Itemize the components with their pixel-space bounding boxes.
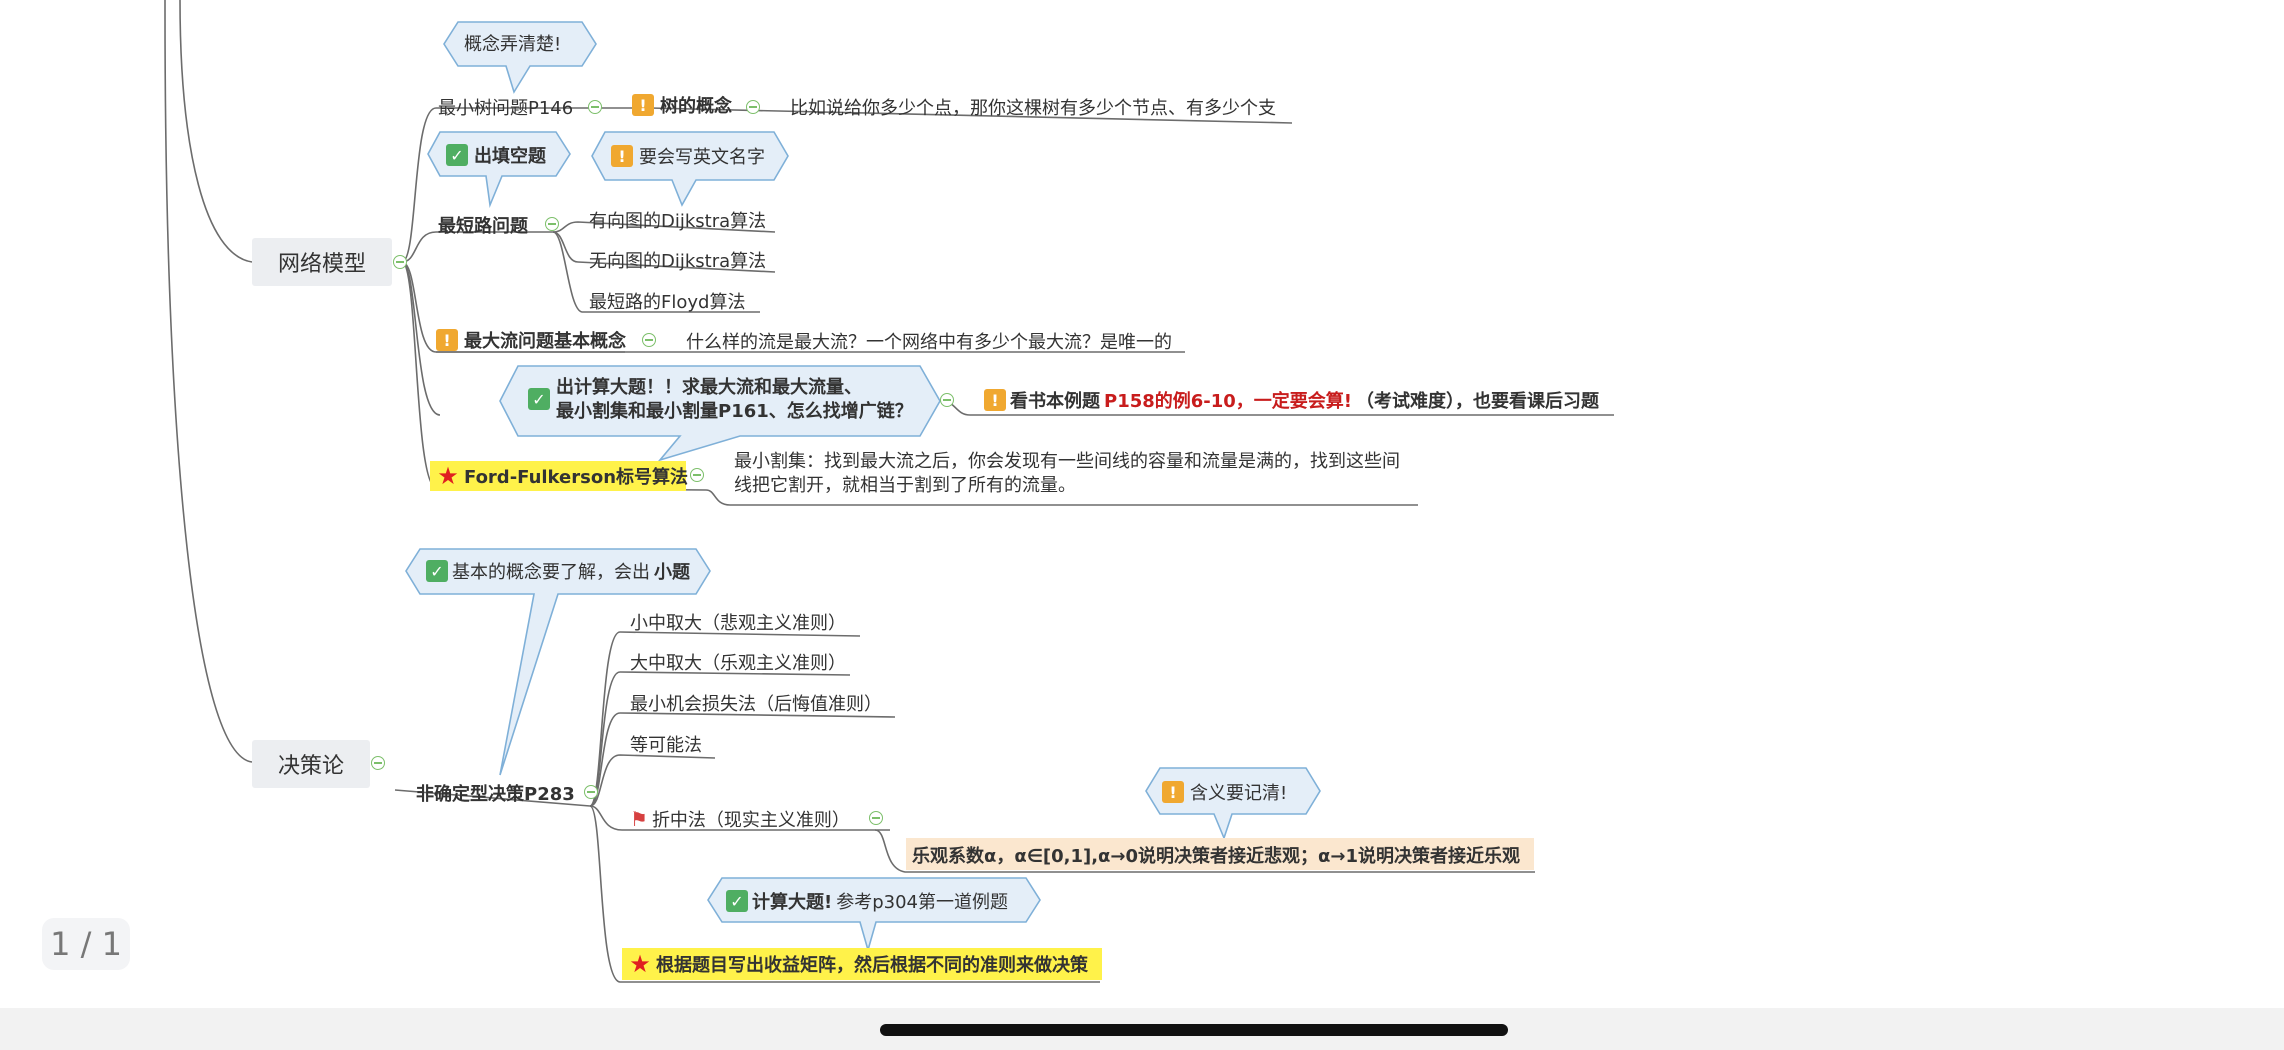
check-icon: ✓ (426, 560, 448, 582)
callout-calc-max-flow[interactable]: ✓ 出计算大题！！求最大流和最大流量、 最小割集和最小割量P161、怎么找增广链… (528, 376, 913, 424)
callout-basic-concepts-text: 基本的概念要了解，会出 (452, 562, 650, 583)
minus-circle-icon[interactable] (746, 100, 760, 114)
home-indicator[interactable] (880, 1024, 1508, 1036)
node-decision-theory[interactable]: 决策论 (252, 740, 370, 788)
node-minimax-regret[interactable]: 最小机会损失法（后悔值准则） (630, 690, 882, 716)
note-textbook-suffix: （考试难度），也要看课后习题 (1356, 391, 1600, 412)
minus-circle-icon[interactable] (584, 785, 598, 799)
note-textbook-red: P158的例6-10，一定要会算! (1104, 391, 1353, 412)
node-compromise-label: 折中法（现实主义准则） (651, 810, 850, 831)
callout-meaning[interactable]: ! 含义要记清! (1162, 779, 1287, 805)
flag-icon: ⚑ (630, 807, 648, 831)
callout-understand-concept-text: 概念弄清楚! (464, 34, 562, 55)
note-textbook-prefix: 看书本例题 (1010, 391, 1100, 412)
node-min-tree[interactable]: 最小树问题P146 (438, 94, 573, 120)
minus-circle-icon[interactable] (940, 393, 954, 407)
note-min-cut-line2: 线把它割开，就相当于割到了所有的流量。 (734, 475, 1076, 496)
node-compromise[interactable]: ⚑ 折中法（现实主义准则） (630, 806, 850, 832)
node-payoff-matrix[interactable]: ★ 根据题目写出收益矩阵，然后根据不同的准则来做决策 (628, 950, 1088, 978)
mind-map-canvas[interactable]: 网络模型 决策论 概念弄清楚! 最小树问题P146 ! 树的概念 比如说给你多少… (0, 0, 2284, 1008)
node-network-model[interactable]: 网络模型 (252, 238, 392, 286)
minus-circle-icon[interactable] (371, 756, 385, 770)
minus-circle-icon[interactable] (642, 333, 656, 347)
node-max-flow-concept-label: 最大流问题基本概念 (464, 331, 626, 352)
node-tree-concept[interactable]: ! 树的概念 (632, 92, 732, 118)
callout-english-name[interactable]: ! 要会写英文名字 (611, 143, 765, 169)
callout-basic-concepts-bold: 小题 (654, 562, 690, 583)
node-shortest-path[interactable]: 最短路问题 (438, 212, 528, 238)
note-optimism-coefficient[interactable]: 乐观系数α，α∈[0,1],α→0说明决策者接近悲观；α→1说明决策者接近乐观 (912, 842, 1520, 868)
exclamation-icon: ! (984, 389, 1006, 411)
minus-circle-icon[interactable] (588, 100, 602, 114)
exclamation-icon: ! (436, 329, 458, 351)
exclamation-icon: ! (611, 145, 633, 167)
node-ford-fulkerson[interactable]: ★ Ford-Fulkerson标号算法 (436, 462, 689, 490)
note-min-cut[interactable]: 最小割集：找到最大流之后，你会发现有一些间线的容量和流量是满的，找到这些间 线把… (734, 450, 1400, 498)
callout-meaning-text: 含义要记清! (1190, 783, 1288, 804)
node-maximax[interactable]: 大中取大（乐观主义准则） (630, 649, 846, 675)
callout-calc-problem-bold: 计算大题! (752, 892, 833, 913)
star-icon: ★ (629, 950, 651, 978)
callout-calc-max-flow-text: 出计算大题！！求最大流和最大流量、 最小割集和最小割量P161、怎么找增广链？ (556, 376, 913, 424)
node-equal-likelihood[interactable]: 等可能法 (630, 731, 702, 757)
check-icon: ✓ (726, 890, 748, 912)
note-min-cut-line1: 最小割集：找到最大流之后，你会发现有一些间线的容量和流量是满的，找到这些间 (734, 451, 1400, 472)
minus-circle-icon[interactable] (545, 217, 559, 231)
check-icon: ✓ (528, 388, 550, 410)
minus-circle-icon[interactable] (869, 811, 883, 825)
page-indicator: 1 / 1 (42, 918, 130, 970)
node-uncertain-decision[interactable]: 非确定型决策P283 (416, 780, 575, 806)
callout-calc-line1: 出计算大题！！求最大流和最大流量、 (556, 377, 862, 398)
exclamation-icon: ! (632, 94, 654, 116)
node-payoff-matrix-label: 根据题目写出收益矩阵，然后根据不同的准则来做决策 (656, 955, 1088, 976)
node-network-model-label: 网络模型 (277, 252, 366, 277)
note-max-flow-concept[interactable]: 什么样的流是最大流？一个网络中有多少个最大流？是唯一的 (686, 328, 1172, 354)
star-icon: ★ (437, 462, 459, 490)
callout-fill-blank[interactable]: ✓ 出填空题 (446, 142, 546, 168)
callout-fill-blank-text: 出填空题 (474, 146, 546, 167)
callout-english-name-text: 要会写英文名字 (639, 147, 765, 168)
minus-circle-icon[interactable] (393, 255, 407, 269)
minus-circle-icon[interactable] (690, 468, 704, 482)
node-floyd[interactable]: 最短路的Floyd算法 (589, 288, 745, 314)
callout-calc-line2: 最小割集和最小割量P161、怎么找增广链？ (556, 401, 913, 422)
node-undirected-dijkstra[interactable]: 无向图的Dijkstra算法 (589, 247, 766, 273)
node-max-flow-concept[interactable]: ! 最大流问题基本概念 (436, 327, 626, 353)
callout-basic-concepts[interactable]: ✓ 基本的概念要了解，会出 小题 (426, 558, 690, 584)
check-icon: ✓ (446, 144, 468, 166)
node-ford-fulkerson-label: Ford-Fulkerson标号算法 (464, 467, 689, 488)
node-directed-dijkstra[interactable]: 有向图的Dijkstra算法 (589, 207, 766, 233)
callout-understand-concept[interactable]: 概念弄清楚! (464, 30, 561, 56)
callout-calc-problem[interactable]: ✓ 计算大题! 参考p304第一道例题 (726, 888, 1008, 914)
node-tree-concept-label: 树的概念 (660, 96, 732, 117)
node-decision-theory-label: 决策论 (277, 754, 344, 779)
exclamation-icon: ! (1162, 781, 1184, 803)
note-tree-concept[interactable]: 比如说给你多少个点，那你这棵树有多少个节点、有多少个支 (790, 94, 1276, 120)
callout-calc-problem-text: 参考p304第一道例题 (836, 892, 1009, 913)
note-textbook-example[interactable]: ! 看书本例题 P158的例6-10，一定要会算! （考试难度），也要看课后习题 (984, 387, 1599, 413)
node-maximin[interactable]: 小中取大（悲观主义准则） (630, 609, 846, 635)
